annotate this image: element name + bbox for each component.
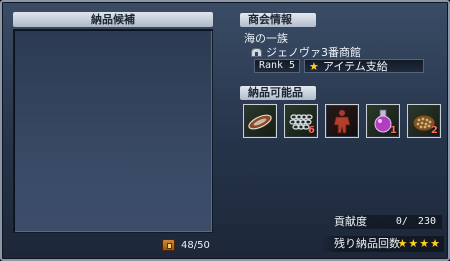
item-support-row: ★ アイテム支給 (304, 59, 424, 73)
item-slot-armor[interactable] (325, 104, 359, 138)
ship-model-icon (248, 114, 272, 130)
star-icon: ★ (309, 59, 319, 73)
remaining-stars: ★ ★ ★ ★ (398, 236, 441, 252)
company-info-header: 商会情報 (240, 13, 316, 27)
item-slot-potion[interactable]: 1 (366, 104, 400, 138)
star-icon: ★ (397, 237, 408, 250)
contribution-value: 0/ 230 (395, 216, 436, 227)
deliverable-items-header: 納品可能品 (240, 86, 316, 100)
item-slot-grain[interactable]: 2 (407, 104, 441, 138)
candidates-header: 納品候補 (13, 12, 213, 27)
item-count: 6 (308, 125, 315, 136)
capacity-indicator: 48/50 (162, 237, 210, 253)
item-slot-ship-model[interactable] (243, 104, 277, 138)
star-icon: ★ (430, 237, 440, 250)
delivery-candidates-list[interactable] (13, 29, 213, 233)
item-support-label: アイテム支給 (322, 60, 388, 73)
item-count: 1 (390, 125, 397, 136)
item-slot-chain[interactable]: 6 (284, 104, 318, 138)
company-row: ジェノヴァ3番商館 (251, 45, 361, 59)
chest-icon (162, 239, 175, 251)
star-icon: ★ (408, 237, 419, 250)
contribution-label: 貢献度 (334, 215, 367, 228)
delivery-window: 納品候補 48/50 商会情報 海の一族 ジェノヴァ3番商館 Rank 5 ★ … (0, 0, 450, 261)
item-count: 2 (431, 125, 438, 136)
rank-badge: Rank 5 (254, 59, 300, 73)
remaining-deliveries-row: 残り納品回数 ★ ★ ★ ★ (320, 236, 444, 252)
contribution-row: 貢献度 0/ 230 (332, 215, 442, 229)
building-icon (251, 47, 262, 57)
armor-figure-icon (333, 110, 351, 134)
capacity-value: 48/50 (181, 239, 210, 251)
star-icon: ★ (419, 237, 430, 250)
remaining-deliveries-label: 残り納品回数 (334, 237, 400, 250)
